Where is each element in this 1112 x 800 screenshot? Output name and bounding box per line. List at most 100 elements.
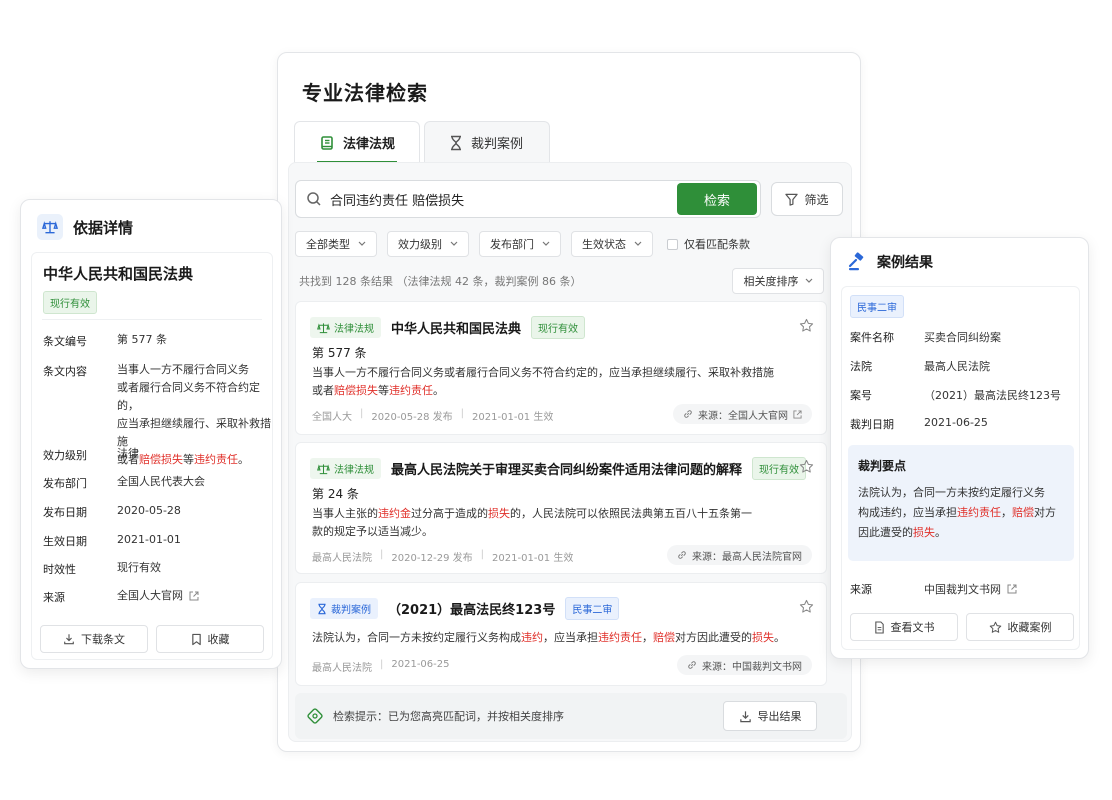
search-box[interactable]: 合同违约责任 赔偿损失 检索 <box>295 180 761 218</box>
content-text: 等 <box>183 453 194 466</box>
field-label: 发布部门 <box>43 477 87 490</box>
detail-actions: 下载条文 收藏 <box>40 625 264 653</box>
export-button[interactable]: 导出结果 <box>723 701 817 731</box>
trial-badge: 民事二审 <box>850 295 904 318</box>
source-link[interactable]: 来源：中国裁判文书网 <box>677 655 812 675</box>
source-label: 来源：最高人民法院官网 <box>692 551 802 563</box>
star-icon[interactable] <box>799 459 814 474</box>
detail-body: 中华人民共和国民法典 现行有效 条文编号 第 577 条 条文内容 当事人一方不… <box>31 252 273 660</box>
field-value: 2021-06-25 <box>924 416 988 429</box>
field-label: 效力级别 <box>43 449 87 462</box>
match-only-toggle[interactable]: 仅看匹配条款 <box>667 236 750 252</box>
star-icon[interactable] <box>799 318 814 333</box>
tip-icon <box>307 708 323 724</box>
search-tip-bar: 检索提示：已为您高亮匹配词，并按相关度排序 导出结果 <box>295 693 847 739</box>
view-document-button[interactable]: 查看文书 <box>850 613 958 641</box>
source-value: 全国人大官网 <box>117 589 183 602</box>
level-dropdown[interactable]: 效力级别 <box>387 231 469 257</box>
field-label: 法院 <box>850 360 872 373</box>
law-title: 中华人民共和国民法典 <box>43 265 194 283</box>
source-link[interactable]: 中国裁判文书网 <box>924 581 1017 597</box>
link-icon <box>688 661 696 669</box>
search-button[interactable]: 检索 <box>677 183 757 215</box>
case-actions: 查看文书 收藏案例 <box>850 613 1074 641</box>
tab-laws[interactable]: 法律法规 <box>294 121 421 163</box>
field-label: 来源 <box>43 591 65 604</box>
source-label: 来源：全国人大官网 <box>698 410 788 422</box>
highlight-term: 损失 <box>752 631 774 644</box>
type-badge: 法律法规 <box>310 458 381 479</box>
meta-effective: 2021-01-01 生效 <box>472 412 554 423</box>
download-article-button[interactable]: 下载条文 <box>40 625 148 653</box>
chevron-down-icon <box>450 241 458 246</box>
highlight-term: 赔偿损失 <box>334 384 378 397</box>
highlight-term: 违约责任 <box>957 506 1001 519</box>
chevron-down-icon <box>542 241 550 246</box>
highlight-term: 违约责任 <box>389 384 433 397</box>
source-link[interactable]: 全国人大官网 <box>117 587 199 605</box>
result-title[interactable]: 最高人民法院关于审理买卖合同纠纷案件适用法律问题的解释 <box>391 459 742 478</box>
basis-detail-card: 依据详情 中华人民共和国民法典 现行有效 条文编号 第 577 条 条文内容 当… <box>20 199 282 669</box>
tab-cases-label: 裁判案例 <box>471 137 524 152</box>
excerpt-text: 。 <box>774 631 785 644</box>
excerpt-text: ， <box>642 631 653 644</box>
download-article-label: 下载条文 <box>81 633 125 646</box>
sort-label: 相关度排序 <box>743 275 799 288</box>
content-line: 应当承担继续履行、采取补救措施 <box>117 417 271 448</box>
search-input[interactable]: 合同违约责任 赔偿损失 <box>330 190 677 209</box>
external-link-icon <box>793 409 802 419</box>
field-value: 2020-05-28 <box>117 504 181 517</box>
highlight-term: 违约 <box>521 631 543 644</box>
source-link[interactable]: 来源：最高人民法院官网 <box>667 545 812 565</box>
result-card[interactable]: 法律法规 中华人民共和国民法典 现行有效 第 577 条 当事人一方不履行合同义… <box>295 301 827 435</box>
filter-icon <box>785 193 799 206</box>
sort-dropdown[interactable]: 相关度排序 <box>732 268 824 294</box>
source-link[interactable]: 来源：全国人大官网 <box>673 404 812 424</box>
level-dropdown-label: 效力级别 <box>398 238 442 251</box>
case-header-title: 案例结果 <box>877 255 933 271</box>
result-card[interactable]: 法律法规 最高人民法院关于审理买卖合同纠纷案件适用法律问题的解释 现行有效 第 … <box>295 442 827 574</box>
case-body: 民事二审 案件名称 买卖合同纠纷案 法院 最高人民法院 案号 （2021）最高法… <box>841 286 1080 650</box>
result-title[interactable]: 中华人民共和国民法典 <box>391 318 521 337</box>
result-title[interactable]: （2021）最高法民终123号 <box>388 599 555 618</box>
hourglass-icon <box>318 603 326 614</box>
key-line: 法院认为，合同一方未按约定履行义务 <box>858 486 1045 499</box>
favorite-case-button[interactable]: 收藏案例 <box>966 613 1074 641</box>
filter-button[interactable]: 筛选 <box>771 182 843 216</box>
type-dropdown-label: 全部类型 <box>306 238 350 251</box>
type-badge-label: 裁判案例 <box>331 605 371 616</box>
case-header: 案例结果 <box>847 252 933 272</box>
dept-dropdown[interactable]: 发布部门 <box>479 231 561 257</box>
meta-effective: 2021-01-01 生效 <box>492 553 574 564</box>
match-only-label: 仅看匹配条款 <box>684 238 750 251</box>
favorite-button[interactable]: 收藏 <box>156 625 264 653</box>
hourglass-icon <box>451 135 462 150</box>
chevron-down-icon <box>805 278 812 283</box>
result-meta: 最高人民法院 | 2020-12-29 发布 | 2021-01-01 生效 <box>312 549 574 564</box>
tab-cases[interactable]: 裁判案例 <box>424 121 551 163</box>
result-card[interactable]: 裁判案例 （2021）最高法民终123号 民事二审 法院认为，合同一方未按约定履… <box>295 582 827 686</box>
excerpt-text: 过分高于造成的 <box>411 507 488 520</box>
scale-icon <box>317 463 330 474</box>
star-icon[interactable] <box>799 599 814 614</box>
type-badge-label: 法律法规 <box>334 324 374 335</box>
meta-published: 2020-12-29 发布 <box>391 553 473 564</box>
excerpt-text: 当事人主张的 <box>312 507 378 520</box>
content-line: 当事人一方不履行合同义务 <box>117 363 249 376</box>
result-excerpt: 当事人一方不履行合同义务或者履行合同义务不符合约定的，应当承担继续履行、采取补救… <box>312 364 792 400</box>
result-excerpt: 法院认为，合同一方未按约定履行义务构成违约，应当承担违约责任，赔偿对方因此遭受的… <box>312 629 812 647</box>
chevron-down-icon <box>358 241 366 246</box>
detail-header: 依据详情 <box>37 214 133 240</box>
excerpt-text: 的，人民法院可以依照民法典第五百八十五条第一 <box>510 507 752 520</box>
status-dropdown[interactable]: 生效状态 <box>571 231 653 257</box>
highlight-term: 损失 <box>913 526 935 539</box>
bookmark-icon <box>191 633 201 645</box>
scale-icon <box>37 214 63 240</box>
star-icon <box>989 621 1001 633</box>
result-summary: 共找到 128 条结果 （法律法规 42 条，裁判案例 86 条） <box>299 275 582 288</box>
detail-header-title: 依据详情 <box>73 218 134 237</box>
type-dropdown[interactable]: 全部类型 <box>295 231 377 257</box>
excerpt-text: 法院认为，合同一方未按约定履行义务构成 <box>312 631 521 644</box>
match-only-checkbox[interactable] <box>667 238 678 250</box>
download-icon <box>64 634 74 645</box>
